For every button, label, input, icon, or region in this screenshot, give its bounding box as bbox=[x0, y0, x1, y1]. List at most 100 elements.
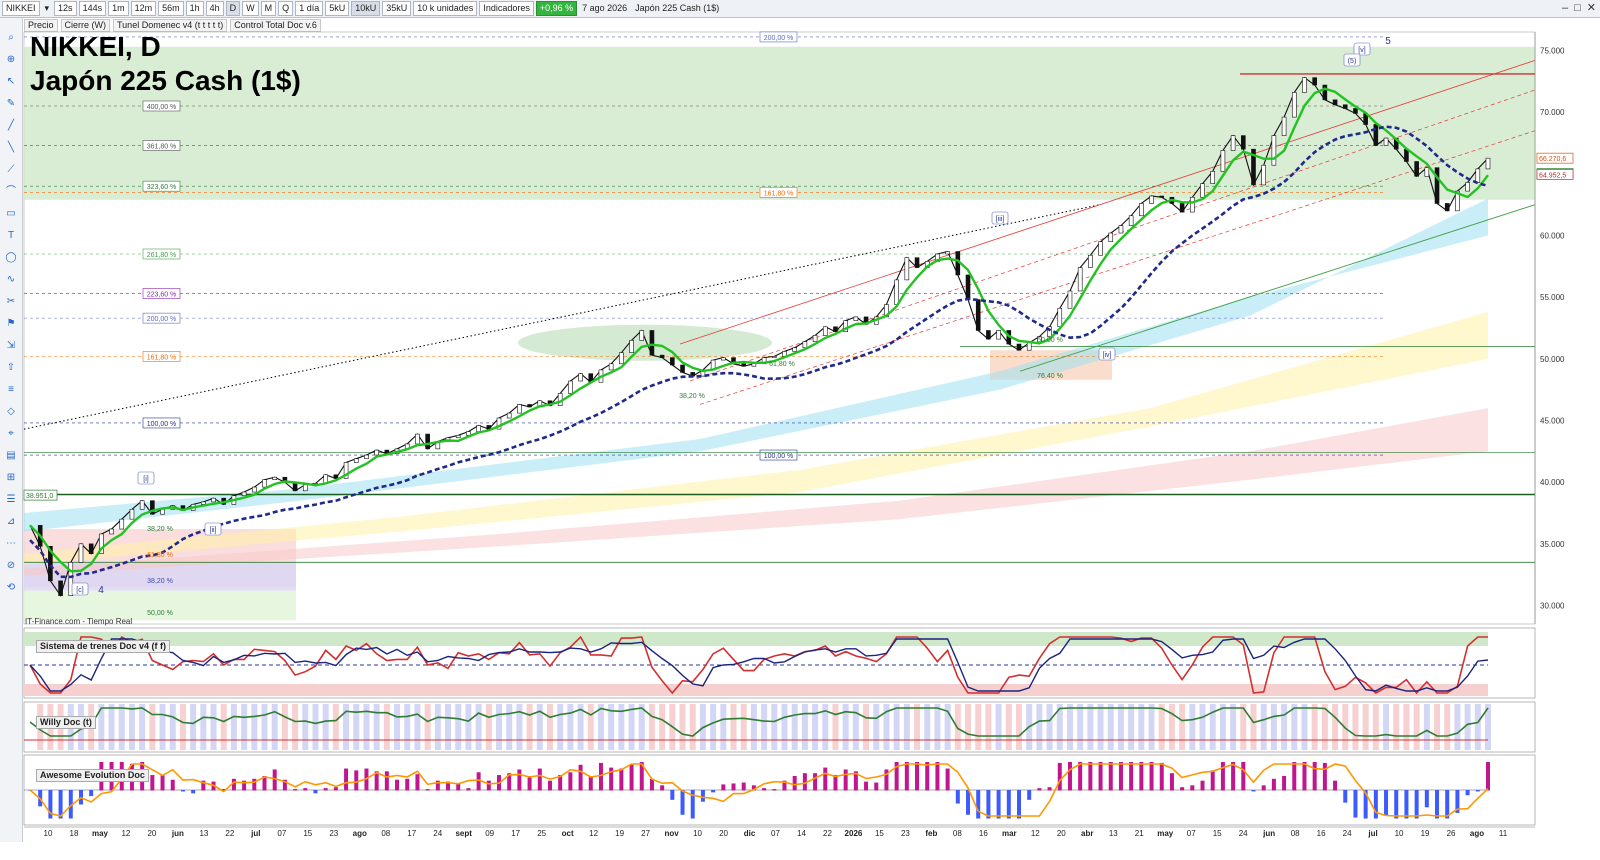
fib-label: 261,80 % bbox=[142, 248, 181, 260]
candle bbox=[139, 500, 145, 510]
willy-stripe bbox=[1077, 704, 1084, 750]
awesome-bar bbox=[405, 778, 410, 791]
willy-stripe bbox=[169, 704, 176, 750]
x-tick-label: mar bbox=[1002, 829, 1017, 838]
fib-label-text: 161,80 % bbox=[147, 354, 177, 361]
x-axis: 10 18 may 12 20 jun 13 22 jul 07 15 23 ago 08 17 24 sept… bbox=[44, 829, 1508, 838]
awesome-bar bbox=[986, 790, 991, 819]
x-tick-label: 10 bbox=[1395, 829, 1404, 838]
willy-stripe bbox=[179, 704, 186, 750]
willy-stripe bbox=[1179, 704, 1186, 750]
candle bbox=[119, 518, 125, 530]
willy-stripe bbox=[383, 704, 390, 750]
x-tick-label: 12 bbox=[121, 829, 130, 838]
candle bbox=[659, 354, 665, 358]
awesome-bar bbox=[89, 790, 94, 797]
awesome-bar bbox=[272, 769, 277, 791]
candle bbox=[965, 274, 971, 300]
willy-stripe bbox=[1128, 704, 1135, 750]
candle bbox=[78, 543, 84, 563]
willy-stripe bbox=[1117, 704, 1124, 750]
candle bbox=[771, 356, 777, 358]
chart-title-line1: NIKKEI, D bbox=[30, 31, 161, 62]
willy-stripe bbox=[761, 704, 768, 750]
panel-title-trenes[interactable]: Sistema de trenes Doc v4 (f f) bbox=[36, 640, 171, 653]
awesome-bar bbox=[1149, 762, 1154, 791]
willy-stripe bbox=[1270, 704, 1277, 750]
willy-stripe bbox=[1434, 704, 1441, 750]
candle bbox=[904, 257, 910, 281]
willy-stripe bbox=[648, 704, 655, 750]
y-tick-label: 35.000 bbox=[1540, 540, 1565, 549]
data-source: IT-Finance.com - Tiempo Real bbox=[25, 617, 133, 626]
willy-stripe bbox=[832, 704, 839, 750]
panel-title-willy[interactable]: Willy Doc (t) bbox=[36, 716, 96, 729]
awesome-bar bbox=[1435, 790, 1440, 819]
awesome-bar bbox=[395, 779, 400, 791]
x-tick-label: 23 bbox=[901, 829, 910, 838]
willy-stripe bbox=[710, 704, 717, 750]
candle bbox=[1424, 167, 1430, 177]
awesome-bar bbox=[670, 790, 675, 800]
awesome-bar bbox=[333, 787, 338, 791]
awesome-bar bbox=[629, 764, 634, 791]
x-tick-label: sept bbox=[455, 829, 472, 838]
willy-stripe bbox=[740, 704, 747, 750]
candle bbox=[109, 528, 114, 535]
willy-stripe bbox=[863, 704, 870, 750]
willy-stripe bbox=[353, 704, 360, 750]
x-tick-label: 13 bbox=[199, 829, 208, 838]
willy-stripe bbox=[1383, 704, 1390, 750]
willy-stripe bbox=[1230, 704, 1237, 750]
willy-stripe bbox=[679, 704, 686, 750]
awesome-bar bbox=[1231, 762, 1236, 791]
candle bbox=[680, 364, 685, 373]
small-fib-label: 61,80 % bbox=[769, 361, 795, 368]
willy-stripe bbox=[404, 704, 411, 750]
willy-stripe bbox=[1454, 704, 1461, 750]
awesome-bar bbox=[1159, 762, 1164, 791]
awesome-bar bbox=[231, 778, 236, 791]
y-tick-label: 75.000 bbox=[1540, 47, 1565, 56]
candle bbox=[415, 433, 420, 445]
candle bbox=[262, 479, 267, 488]
candle bbox=[1312, 77, 1317, 86]
candle bbox=[1108, 232, 1114, 242]
panel-title-awesome[interactable]: Awesome Evolution Doc bbox=[36, 769, 149, 782]
x-tick-label: 13 bbox=[1109, 829, 1118, 838]
willy-stripe bbox=[995, 704, 1002, 750]
candle bbox=[812, 335, 818, 342]
willy-stripe bbox=[852, 704, 859, 750]
willy-stripe bbox=[750, 704, 757, 750]
x-tick-label: 11 bbox=[1499, 829, 1508, 838]
candle bbox=[160, 508, 165, 515]
willy-stripe bbox=[414, 704, 421, 750]
wave-label: 5 bbox=[1385, 36, 1391, 47]
chart-canvas[interactable]: 200,00 % 400,00 % 361,80 % 323,60 % 161,80 %… bbox=[0, 0, 1600, 860]
awesome-bar bbox=[598, 762, 603, 791]
wave-label: (5) bbox=[1348, 58, 1357, 65]
fib-label: 323,60 % bbox=[142, 180, 181, 192]
candle bbox=[1210, 171, 1216, 185]
y-tick-label: 70.000 bbox=[1540, 108, 1565, 117]
awesome-bar bbox=[792, 776, 797, 791]
willy-stripe bbox=[1199, 704, 1206, 750]
awesome-bar bbox=[1302, 762, 1307, 791]
awesome-bar bbox=[1139, 762, 1144, 791]
awesome-bar bbox=[874, 782, 879, 791]
candle bbox=[1128, 215, 1134, 226]
willy-stripe bbox=[1474, 704, 1481, 750]
candle bbox=[568, 380, 573, 394]
awesome-bar bbox=[955, 790, 960, 804]
awesome-bar bbox=[1088, 762, 1093, 791]
awesome-bar bbox=[945, 768, 950, 791]
willy-stripe bbox=[230, 704, 237, 750]
candle bbox=[1098, 241, 1103, 256]
willy-stripe bbox=[1158, 704, 1165, 750]
candle bbox=[374, 449, 379, 456]
awesome-bar bbox=[160, 775, 165, 791]
willy-stripe bbox=[302, 704, 309, 750]
small-fib-label: 38,20 % bbox=[147, 526, 173, 533]
willy-stripe bbox=[506, 704, 513, 750]
willy-stripe bbox=[220, 704, 227, 750]
